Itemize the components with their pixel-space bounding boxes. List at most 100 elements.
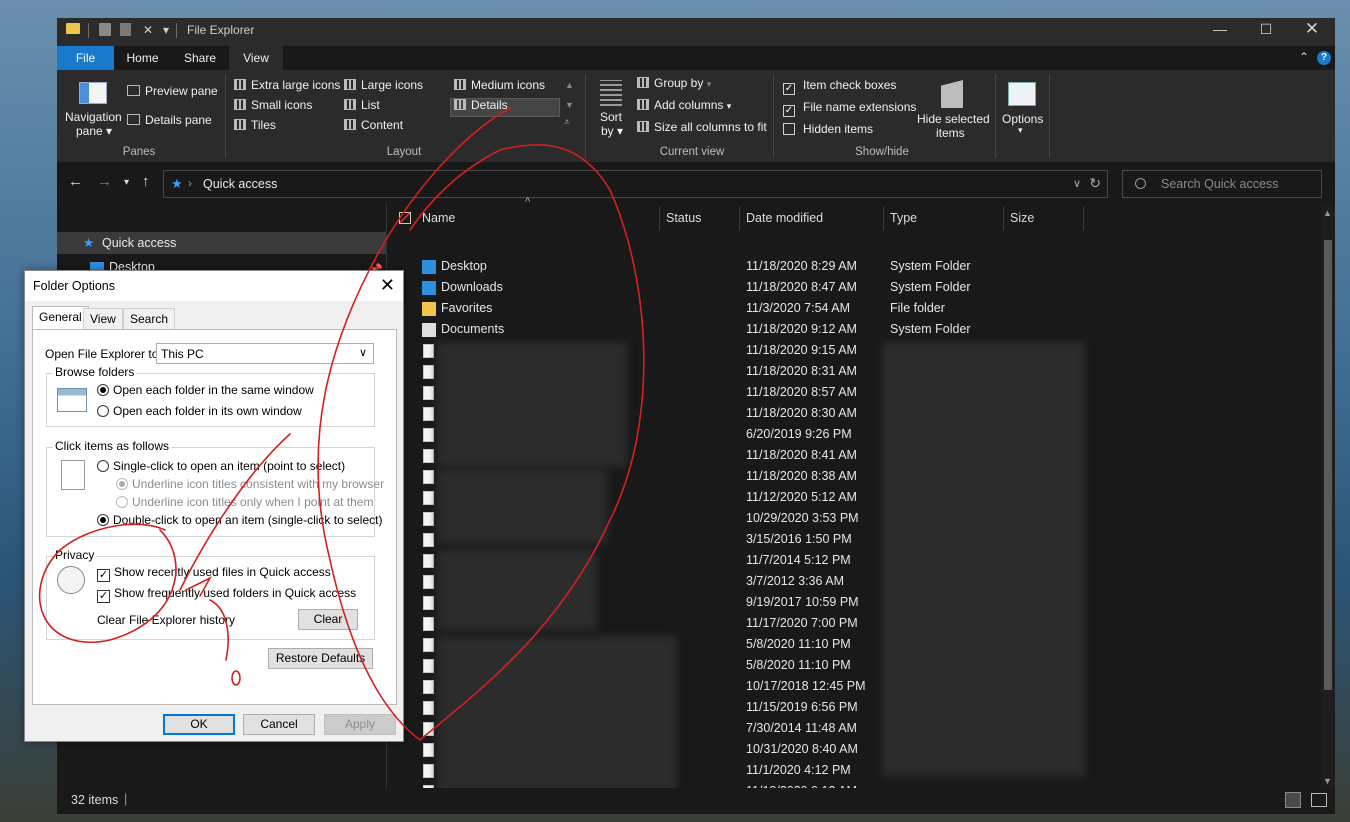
table-row[interactable]: Favorites 11/3/2020 7:54 AM File folder — [387, 298, 1087, 319]
vertical-scrollbar[interactable]: ▲ ▼ — [1321, 204, 1335, 788]
folder-icon — [66, 23, 80, 34]
select-all-checkbox[interactable] — [399, 212, 411, 224]
tab-search[interactable]: Search — [123, 308, 176, 330]
radio-own-window[interactable]: Open each folder in its own window — [97, 404, 302, 418]
large-icons-view-icon[interactable] — [1311, 793, 1327, 807]
layout-details[interactable]: Details — [454, 98, 508, 112]
open-to-select[interactable]: This PC ∨ — [156, 343, 374, 364]
search-input[interactable]: Search Quick access — [1122, 170, 1322, 198]
tab-home[interactable]: Home — [114, 46, 171, 70]
table-row[interactable]: Documents 11/18/2020 9:12 AM System Folder — [387, 319, 1087, 340]
layout-large-icons[interactable]: Large icons — [344, 78, 423, 92]
navigation-pane-button[interactable]: Navigation — [65, 110, 122, 124]
column-header-size[interactable]: Size — [1010, 204, 1034, 232]
group-by-button[interactable]: Group by ▾ — [637, 76, 711, 90]
column-header-type[interactable]: Type — [890, 204, 917, 232]
show-recent-files-checkbox[interactable]: ✓ Show recently used files in Quick acces… — [97, 565, 331, 582]
column-header-name[interactable]: Name — [422, 204, 455, 232]
small-icons-icon — [234, 99, 246, 110]
tab-view[interactable]: View — [229, 46, 283, 70]
help-icon[interactable]: ? — [1317, 51, 1331, 65]
hide-selected-items-icon[interactable] — [941, 80, 963, 108]
preview-pane-button[interactable]: Preview pane — [127, 84, 218, 98]
radio-underline-point[interactable]: Underline icon titles only when I point … — [116, 495, 373, 509]
scroll-down-icon[interactable]: ▼ — [1323, 776, 1332, 786]
delete-icon[interactable]: ✕ — [143, 23, 153, 37]
layout-tiles[interactable]: Tiles — [234, 118, 276, 132]
table-row[interactable]: Desktop 11/18/2020 8:29 AM System Folder — [387, 256, 1087, 277]
tab-file[interactable]: File — [57, 46, 114, 70]
options-icon[interactable] — [1008, 82, 1036, 106]
sidebar-item-quick-access[interactable]: ★ Quick access — [57, 232, 386, 254]
restore-defaults-button[interactable]: Restore Defaults — [268, 648, 373, 669]
breadcrumb-chevron-icon[interactable]: › — [188, 176, 192, 190]
general-tab-panel: Open File Explorer to: This PC ∨ Browse f… — [32, 329, 397, 705]
scroll-up-icon[interactable]: ▲ — [565, 80, 574, 90]
layout-small-icons[interactable]: Small icons — [234, 98, 312, 112]
sort-by-icon[interactable] — [600, 80, 622, 106]
layout-extra-large-icons[interactable]: Extra large icons — [234, 78, 340, 92]
new-folder-icon[interactable] — [120, 23, 131, 36]
column-header-status[interactable]: Status — [666, 204, 701, 232]
minimize-button[interactable]: — — [1197, 21, 1243, 45]
layout-list[interactable]: List — [344, 98, 380, 112]
close-button[interactable]: ✕ — [1289, 19, 1335, 43]
back-icon[interactable]: ← — [68, 173, 83, 190]
apply-button[interactable]: Apply — [324, 714, 396, 735]
forward-icon[interactable]: → — [97, 173, 112, 190]
layout-content[interactable]: Content — [344, 118, 403, 132]
navigation-pane-icon[interactable] — [79, 82, 107, 104]
close-icon[interactable]: ✕ — [380, 275, 395, 296]
properties-icon[interactable] — [99, 23, 111, 36]
hidden-items-checkbox[interactable]: Hidden items — [783, 122, 873, 136]
refresh-icon[interactable]: ↻ — [1089, 175, 1101, 192]
table-row[interactable]: Downloads 11/18/2020 8:47 AM System Folder — [387, 277, 1087, 298]
up-icon[interactable]: ↑ — [142, 173, 150, 190]
ok-button[interactable]: OK — [163, 714, 235, 735]
breadcrumb[interactable]: Quick access — [203, 177, 277, 191]
add-columns-button[interactable]: Add columns ▾ — [637, 98, 731, 112]
date-modified: 11/7/2014 5:12 PM — [746, 553, 851, 567]
options-button[interactable]: Options — [1002, 112, 1043, 126]
hide-selected-button[interactable]: Hide selected — [917, 112, 990, 126]
maximize-button[interactable]: ☐ — [1243, 21, 1289, 45]
radio-double-click[interactable]: Double-click to open an item (single-cli… — [97, 513, 382, 527]
tab-general[interactable]: General — [32, 306, 89, 330]
item-check-boxes-checkbox[interactable]: ✓ Item check boxes — [783, 78, 896, 95]
file-name-extensions-checkbox[interactable]: ✓ File name extensions — [783, 100, 916, 117]
date-modified: 7/30/2014 11:48 AM — [746, 721, 857, 735]
radio-underline-browser[interactable]: Underline icon titles consistent with my… — [116, 477, 384, 491]
sidebar-item-label: Quick access — [102, 236, 177, 250]
divider — [1083, 207, 1084, 231]
address-bar[interactable]: ★ › Quick access ∨ ↻ — [163, 170, 1108, 198]
clear-button[interactable]: Clear — [298, 609, 358, 630]
radio-same-window[interactable]: Open each folder in the same window — [97, 383, 314, 397]
tab-view[interactable]: View — [83, 308, 123, 330]
group-label-show-hide: Show/hide — [855, 146, 909, 158]
expand-layout-icon[interactable]: ⩡ — [564, 117, 570, 128]
date-modified: 11/18/2020 9:12 AM — [746, 322, 857, 336]
file-icon — [423, 512, 434, 526]
scrollbar-thumb[interactable] — [1324, 240, 1332, 690]
column-header-date-modified[interactable]: Date modified — [746, 204, 823, 232]
sort-by-button[interactable]: Sort — [600, 110, 622, 124]
chevron-down-icon[interactable]: ▾ — [1018, 125, 1023, 136]
click-items-icon — [61, 460, 85, 490]
radio-single-click[interactable]: Single-click to open an item (point to s… — [97, 459, 345, 473]
tab-share[interactable]: Share — [171, 46, 229, 70]
details-pane-button[interactable]: Details pane — [127, 113, 212, 127]
scroll-up-icon[interactable]: ▲ — [1323, 208, 1332, 218]
item-count: 32 items — [71, 793, 119, 807]
date-modified: 11/18/2020 9:15 AM — [746, 343, 857, 357]
chevron-down-icon[interactable]: ∨ — [1073, 177, 1081, 190]
details-view-icon[interactable] — [1285, 792, 1301, 808]
customize-toolbar-icon[interactable]: ▾ — [163, 23, 169, 37]
show-frequent-folders-checkbox[interactable]: ✓ Show frequently used folders in Quick a… — [97, 586, 356, 603]
recent-locations-icon[interactable]: ▾ — [124, 177, 129, 188]
size-all-columns-button[interactable]: Size all columns to fit — [637, 120, 767, 134]
scroll-down-icon[interactable]: ▼ — [565, 100, 574, 110]
cancel-button[interactable]: Cancel — [243, 714, 315, 735]
date-modified: 11/18/2020 8:31 AM — [746, 364, 857, 378]
layout-medium-icons[interactable]: Medium icons — [454, 78, 545, 92]
collapse-ribbon-icon[interactable]: ⌃ — [1299, 50, 1309, 64]
